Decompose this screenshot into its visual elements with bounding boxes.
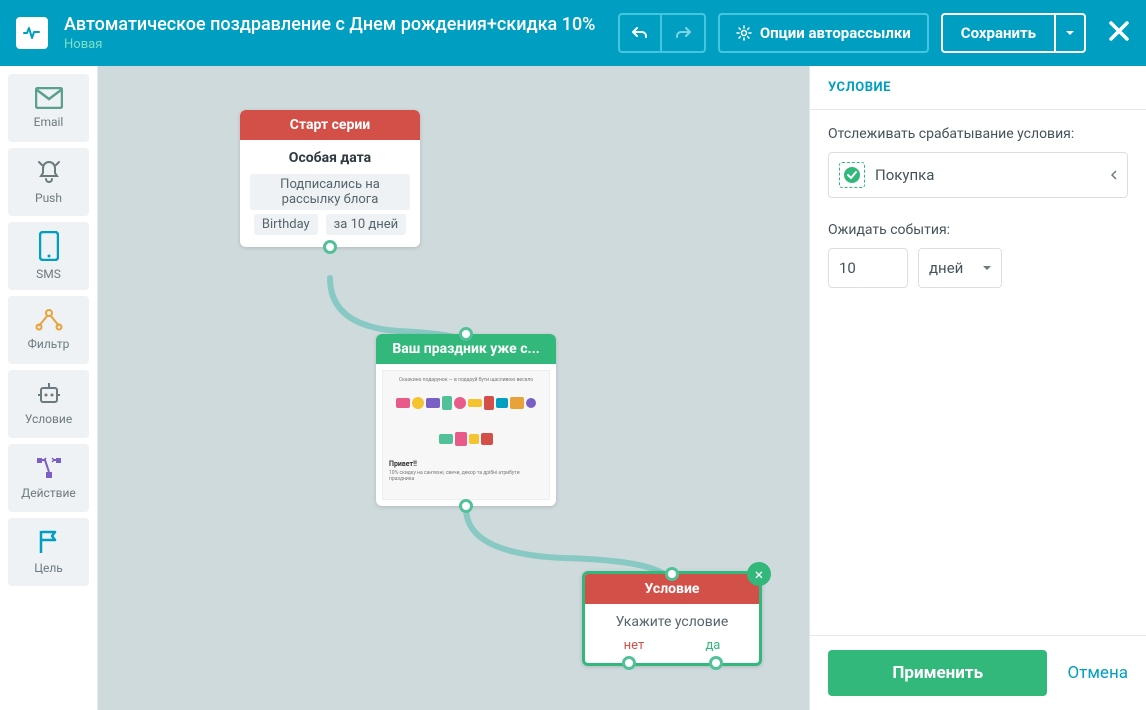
close-button[interactable] xyxy=(1108,20,1130,46)
status-badge: Новая xyxy=(64,37,606,52)
party-icon xyxy=(481,433,493,445)
wait-row: дней xyxy=(828,248,1128,288)
event-name: Покупка xyxy=(875,166,1101,184)
pulse-icon xyxy=(22,23,42,43)
apply-button[interactable]: Применить xyxy=(828,650,1047,696)
save-group: Сохранить xyxy=(941,13,1086,53)
sidebar-item-sms[interactable]: SMS xyxy=(8,222,89,290)
wait-unit-select[interactable]: дней xyxy=(918,248,1002,288)
port-out-no[interactable] xyxy=(622,656,636,670)
party-icon xyxy=(396,398,410,408)
properties-panel: УСЛОВИЕ Отслеживать срабатывание условия… xyxy=(809,66,1146,710)
sidebar-label: Фильтр xyxy=(28,337,70,351)
sidebar-label: Email xyxy=(34,115,64,129)
sidebar-item-filter[interactable]: Фильтр xyxy=(8,296,89,364)
branch-yes: да xyxy=(705,638,720,653)
phone-icon xyxy=(39,231,59,261)
sidebar-label: Условие xyxy=(25,412,72,426)
delete-node-button[interactable]: × xyxy=(747,562,771,586)
sidebar: Email Push SMS Фильтр Условие Действие Ц… xyxy=(0,66,98,710)
redo-icon xyxy=(674,24,692,42)
event-select[interactable]: Покупка xyxy=(828,152,1128,198)
node-condition[interactable]: × Условие Укажите условие нет да xyxy=(582,571,762,666)
port-out[interactable] xyxy=(459,499,473,513)
wait-label: Ожидать события: xyxy=(828,222,1128,238)
panel-heading: УСЛОВИЕ xyxy=(810,66,1146,110)
node-body: Укажите условие нет да xyxy=(585,604,759,663)
email-preview: Сказкино подарунок — в подаруй бути щасл… xyxy=(382,370,550,500)
app-header: Автоматическое поздравление с Днем рожде… xyxy=(0,0,1146,66)
chip: за 10 дней xyxy=(326,214,406,235)
undo-button[interactable] xyxy=(618,13,662,53)
sidebar-label: Действие xyxy=(21,486,76,500)
party-icon xyxy=(468,399,482,407)
options-label: Опции авторассылки xyxy=(760,24,911,42)
gear-icon xyxy=(736,25,752,41)
page-title: Автоматическое поздравление с Днем рожде… xyxy=(64,14,606,35)
party-icon xyxy=(455,432,467,446)
condition-prompt: Укажите условие xyxy=(593,614,751,630)
node-subtitle: Особая дата xyxy=(248,150,412,166)
port-in[interactable] xyxy=(665,567,679,581)
event-icon-wrap xyxy=(839,162,865,188)
party-icon xyxy=(439,434,453,444)
app-logo xyxy=(16,17,48,49)
panel-footer: Применить Отмена xyxy=(810,635,1146,710)
action-icon xyxy=(35,456,63,480)
close-icon xyxy=(1108,20,1130,42)
preview-greeting: Привет!! xyxy=(389,460,543,468)
redo-button[interactable] xyxy=(662,13,706,53)
bell-icon xyxy=(36,159,62,185)
filter-icon xyxy=(34,309,64,331)
robot-icon xyxy=(35,382,63,406)
preview-text: 10% скидку на сантехні, свечи, декор та … xyxy=(389,470,543,482)
yn-row: нет да xyxy=(593,638,751,653)
flag-icon xyxy=(37,529,61,555)
sidebar-item-email[interactable]: Email xyxy=(8,74,89,142)
save-dropdown[interactable] xyxy=(1056,13,1086,53)
flow-canvas[interactable]: Старт серии Особая дата Подписались на р… xyxy=(98,66,809,710)
save-button[interactable]: Сохранить xyxy=(941,13,1056,53)
wait-value-input[interactable] xyxy=(828,248,908,288)
branch-no: нет xyxy=(624,638,645,653)
sidebar-label: Push xyxy=(35,191,62,205)
party-icon xyxy=(496,398,508,408)
sidebar-item-goal[interactable]: Цель xyxy=(8,518,89,586)
sidebar-label: Цель xyxy=(34,561,63,575)
history-group xyxy=(618,13,706,53)
check-circle-icon xyxy=(843,166,861,184)
party-icon xyxy=(510,397,524,409)
chevron-down-icon xyxy=(983,266,991,271)
undo-icon xyxy=(631,24,649,42)
port-in[interactable] xyxy=(459,327,473,341)
title-block: Автоматическое поздравление с Днем рожде… xyxy=(64,14,606,52)
port-out-yes[interactable] xyxy=(709,656,723,670)
node-body: Особая дата Подписались на рассылку блог… xyxy=(240,140,420,247)
sidebar-item-push[interactable]: Push xyxy=(8,148,89,216)
chip: Подписались на рассылку блога xyxy=(250,174,410,210)
node-header: Старт серии xyxy=(240,110,420,140)
port-out[interactable] xyxy=(323,240,337,254)
chevron-left-icon xyxy=(1111,170,1117,180)
node-start[interactable]: Старт серии Особая дата Подписались на р… xyxy=(240,110,420,247)
cancel-button[interactable]: Отмена xyxy=(1067,663,1128,683)
sidebar-item-action[interactable]: Действие xyxy=(8,444,89,512)
wait-unit-label: дней xyxy=(929,259,963,277)
track-label: Отслеживать срабатывание условия: xyxy=(828,126,1128,142)
email-icon xyxy=(35,87,63,109)
party-icon xyxy=(526,398,536,408)
party-icon xyxy=(454,397,466,409)
node-email[interactable]: Ваш праздник уже с... Сказкино подарунок… xyxy=(376,334,556,506)
party-icon xyxy=(426,398,440,408)
party-icon xyxy=(442,396,452,410)
panel-body: Отслеживать срабатывание условия: Покупк… xyxy=(810,110,1146,635)
party-icon xyxy=(469,434,479,444)
chevron-down-icon xyxy=(1066,31,1074,36)
party-icon xyxy=(484,396,494,410)
party-icon xyxy=(412,397,424,409)
sidebar-label: SMS xyxy=(36,267,61,281)
options-button[interactable]: Опции авторассылки xyxy=(718,13,929,53)
sidebar-item-condition[interactable]: Условие xyxy=(8,370,89,438)
chip: Birthday xyxy=(254,214,318,235)
